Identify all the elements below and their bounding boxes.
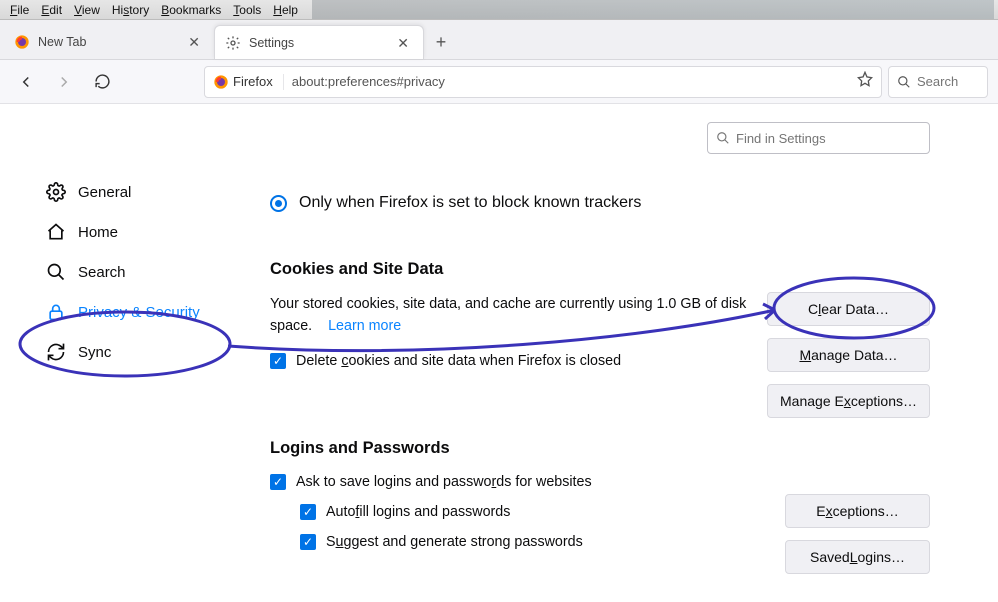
lock-icon: [46, 302, 66, 322]
ask-save-logins-checkbox[interactable]: ✓ Ask to save logins and passwords for w…: [270, 474, 930, 490]
tab-label: Settings: [249, 36, 294, 50]
forward-button[interactable]: [48, 66, 80, 98]
checkbox-label: Ask to save logins and passwords for web…: [296, 474, 592, 490]
tab-settings[interactable]: Settings ✕: [214, 25, 424, 59]
saved-logins-button[interactable]: Saved Logins…: [785, 540, 930, 574]
menu-file[interactable]: File: [4, 1, 35, 19]
add-tab-button[interactable]: +: [424, 25, 458, 59]
checkbox-label: Autofill logins and passwords: [326, 504, 510, 520]
firefox-icon: [213, 74, 229, 90]
sidebar-item-search[interactable]: Search: [0, 252, 246, 292]
tab-new-tab[interactable]: New Tab ✕: [4, 25, 214, 59]
search-icon: [46, 262, 66, 282]
search-input[interactable]: [917, 74, 977, 89]
sidebar-item-home[interactable]: Home: [0, 212, 246, 252]
sync-icon: [46, 342, 66, 362]
url-bar[interactable]: Firefox about:preferences#privacy: [204, 66, 882, 98]
nav-toolbar: Firefox about:preferences#privacy: [0, 60, 998, 104]
tab-label: New Tab: [38, 35, 86, 49]
settings-pane: Only when Firefox is set to block known …: [246, 122, 960, 602]
sidebar-item-label: Sync: [78, 344, 111, 361]
close-icon[interactable]: ✕: [184, 33, 204, 51]
back-button[interactable]: [10, 66, 42, 98]
sidebar-item-sync[interactable]: Sync: [0, 332, 246, 372]
sidebar-item-label: Home: [78, 224, 118, 241]
cookies-section-title: Cookies and Site Data: [270, 260, 930, 279]
tracking-radio-option[interactable]: Only when Firefox is set to block known …: [270, 194, 930, 212]
find-in-settings[interactable]: [707, 122, 930, 154]
logins-exceptions-button[interactable]: Exceptions…: [785, 494, 930, 528]
gear-icon: [46, 182, 66, 202]
menu-tools[interactable]: Tools: [227, 1, 267, 19]
checkbox-checked-icon: ✓: [300, 504, 316, 520]
search-icon: [716, 131, 730, 145]
url-text: about:preferences#privacy: [292, 74, 849, 89]
checkbox-checked-icon: ✓: [300, 534, 316, 550]
find-input[interactable]: [736, 131, 921, 146]
menu-help[interactable]: Help: [267, 1, 304, 19]
identity-box[interactable]: Firefox: [213, 74, 284, 90]
menu-history[interactable]: History: [106, 1, 155, 19]
bookmark-star-icon[interactable]: [857, 71, 873, 92]
firefox-icon: [14, 34, 30, 50]
sidebar-item-label: Search: [78, 264, 126, 281]
content: General Home Search Privacy & Security S…: [0, 104, 998, 602]
search-bar[interactable]: [888, 66, 988, 98]
menu-bookmarks[interactable]: Bookmarks: [155, 1, 227, 19]
reload-button[interactable]: [86, 66, 118, 98]
settings-sidebar: General Home Search Privacy & Security S…: [0, 122, 246, 602]
search-icon: [897, 75, 911, 89]
gear-icon: [225, 35, 241, 51]
manage-data-button[interactable]: Manage Data…: [767, 338, 930, 372]
learn-more-link[interactable]: Learn more: [328, 318, 401, 334]
home-icon: [46, 222, 66, 242]
sidebar-item-label: General: [78, 184, 131, 201]
sidebar-item-label: Privacy & Security: [78, 304, 200, 321]
checkbox-label: Suggest and generate strong passwords: [326, 534, 583, 550]
cookies-description: Your stored cookies, site data, and cach…: [270, 293, 750, 337]
checkbox-label: Delete cookies and site data when Firefo…: [296, 353, 621, 369]
logins-section-title: Logins and Passwords: [270, 439, 930, 458]
radio-selected-icon: [270, 195, 287, 212]
sidebar-item-general[interactable]: General: [0, 172, 246, 212]
identity-label: Firefox: [233, 74, 273, 89]
menu-view[interactable]: View: [68, 1, 106, 19]
checkbox-checked-icon: ✓: [270, 353, 286, 369]
close-icon[interactable]: ✕: [393, 34, 413, 52]
manage-exceptions-button[interactable]: Manage Exceptions…: [767, 384, 930, 418]
menubar: File Edit View History Bookmarks Tools H…: [0, 0, 998, 20]
tabstrip: New Tab ✕ Settings ✕ +: [0, 20, 998, 60]
clear-data-button[interactable]: Clear Data…: [767, 292, 930, 326]
checkbox-checked-icon: ✓: [270, 474, 286, 490]
radio-label: Only when Firefox is set to block known …: [299, 194, 641, 212]
sidebar-item-privacy[interactable]: Privacy & Security: [0, 292, 246, 332]
menu-edit[interactable]: Edit: [35, 1, 68, 19]
